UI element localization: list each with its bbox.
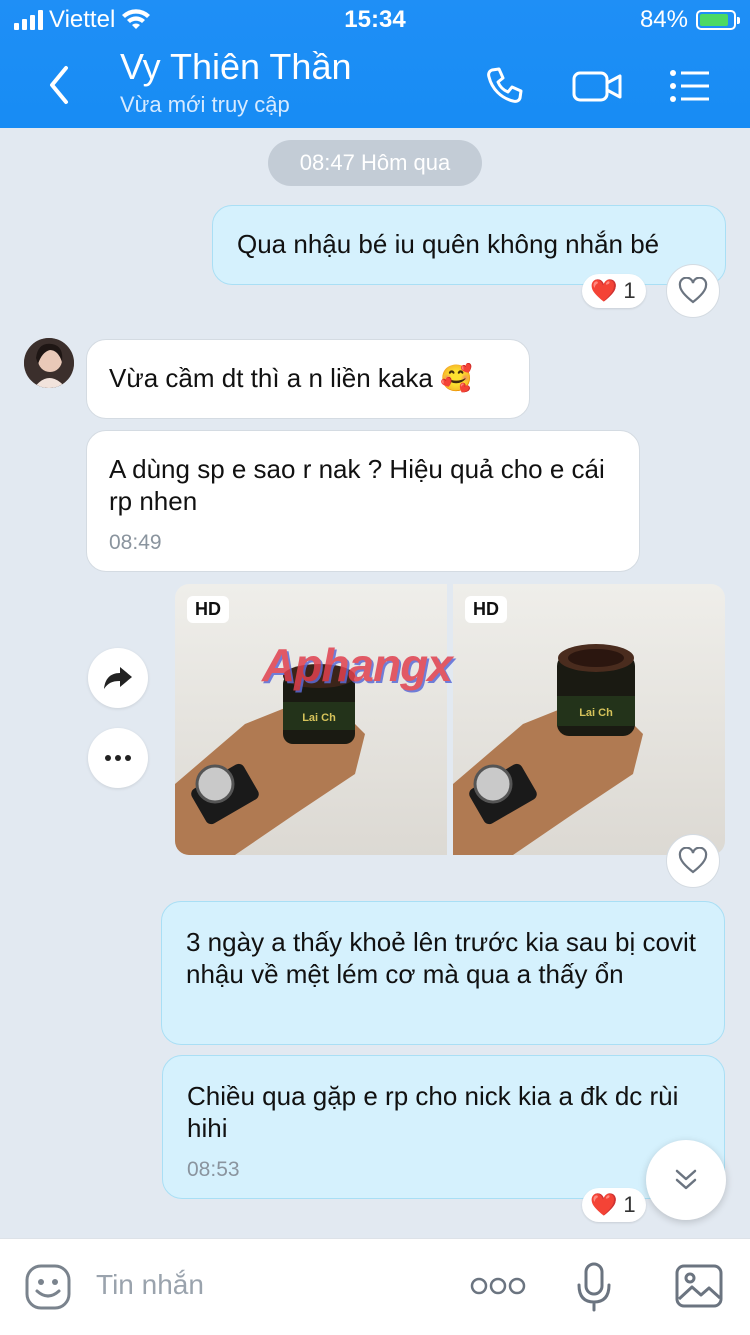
message-time: 08:53 bbox=[187, 1158, 240, 1181]
message-text: Qua nhậu bé iu quên không nhắn bé bbox=[237, 229, 660, 259]
react-heart-button[interactable] bbox=[666, 264, 720, 318]
react-heart-button[interactable] bbox=[666, 834, 720, 888]
more-options-button[interactable] bbox=[88, 728, 148, 788]
clock: 15:34 bbox=[344, 6, 406, 33]
emoji-icon[interactable] bbox=[24, 1263, 72, 1311]
ellipsis-icon[interactable] bbox=[470, 1275, 526, 1297]
message-bubble-outgoing[interactable]: 3 ngày a thấy khoẻ lên trước kia sau bị … bbox=[161, 901, 725, 1045]
share-button[interactable] bbox=[88, 648, 148, 708]
hd-badge: HD bbox=[465, 596, 507, 623]
message-text: 3 ngày a thấy khoẻ lên trước kia sau bị … bbox=[186, 927, 696, 989]
message-bubble-outgoing[interactable]: Chiều qua gặp e rp cho nick kia a đk dc … bbox=[162, 1055, 725, 1199]
photo-jar-hand: Lai Ch bbox=[175, 664, 365, 855]
reaction-summary[interactable]: ❤️ 1 bbox=[582, 274, 646, 308]
svg-text:Lai Ch: Lai Ch bbox=[302, 712, 336, 724]
svg-text:Lai Ch: Lai Ch bbox=[579, 707, 613, 719]
battery-percent: 84% bbox=[639, 6, 688, 33]
chat-header: Viettel 15:34 84% Vy Thiên Thần Vừa mới … bbox=[0, 0, 750, 128]
composer-bar: Tin nhắn bbox=[0, 1238, 750, 1335]
more-icon bbox=[105, 755, 131, 761]
menu-icon[interactable] bbox=[668, 64, 712, 108]
message-text: Vừa cầm dt thì a n liền kaka 🥰 bbox=[109, 363, 473, 393]
heart-reaction-icon: ❤️ bbox=[590, 278, 618, 303]
status-bar: Viettel 15:34 84% bbox=[0, 0, 750, 40]
phone-icon[interactable] bbox=[482, 64, 526, 108]
message-input[interactable]: Tin nhắn bbox=[96, 1269, 204, 1301]
message-text: Chiều qua gặp e rp cho nick kia a đk dc … bbox=[187, 1081, 679, 1143]
message-time: 08:49 bbox=[109, 531, 162, 554]
image-icon[interactable] bbox=[674, 1263, 724, 1309]
battery-group: 84% bbox=[639, 6, 740, 34]
watermark: Aphangx bbox=[262, 639, 453, 691]
battery-icon bbox=[696, 10, 740, 30]
message-bubble-incoming[interactable]: Vừa cầm dt thì a n liền kaka 🥰 bbox=[86, 339, 530, 419]
avatar[interactable] bbox=[24, 338, 74, 388]
message-list[interactable]: 08:47 Hôm qua Qua nhậu bé iu quên không … bbox=[0, 128, 750, 1238]
presence-status: Vừa mới truy cập bbox=[120, 92, 290, 117]
message-bubble-outgoing[interactable]: Qua nhậu bé iu quên không nhắn bé bbox=[212, 205, 726, 285]
message-text: A dùng sp e sao r nak ? Hiệu quả cho e c… bbox=[109, 454, 605, 516]
photo-attachment[interactable]: Lai Ch HD bbox=[453, 584, 725, 855]
date-separator: 08:47 Hôm qua bbox=[268, 140, 482, 186]
photo-attachment[interactable]: Lai Ch HD bbox=[175, 584, 447, 855]
share-icon bbox=[104, 667, 132, 689]
heart-reaction-icon: ❤️ bbox=[590, 1192, 618, 1217]
heart-icon bbox=[678, 847, 708, 874]
reaction-count: 1 bbox=[623, 1192, 636, 1217]
back-arrow-icon[interactable] bbox=[40, 60, 80, 110]
contact-name[interactable]: Vy Thiên Thần bbox=[120, 46, 352, 88]
heart-icon bbox=[678, 277, 708, 304]
photo-jar-hand: Lai Ch bbox=[453, 644, 643, 855]
video-call-icon[interactable] bbox=[572, 64, 624, 108]
microphone-icon[interactable] bbox=[576, 1261, 612, 1313]
hd-badge: HD bbox=[187, 596, 229, 623]
message-bubble-incoming[interactable]: A dùng sp e sao r nak ? Hiệu quả cho e c… bbox=[86, 430, 640, 572]
reaction-count: 1 bbox=[623, 278, 636, 303]
double-chevron-down-icon bbox=[675, 1169, 697, 1190]
avatar-image bbox=[24, 338, 74, 388]
scroll-to-bottom-button[interactable] bbox=[646, 1140, 726, 1220]
reaction-summary[interactable]: ❤️ 1 bbox=[582, 1188, 646, 1222]
